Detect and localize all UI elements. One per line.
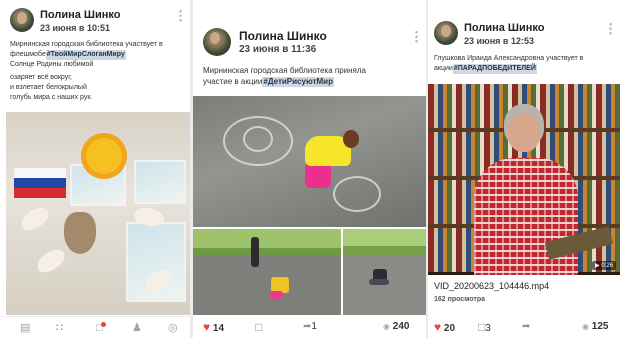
comment-icon[interactable]: □ (255, 321, 262, 333)
post-text-line: озаряет всё вокруг, (10, 74, 72, 81)
share-icon[interactable]: ➦ (522, 321, 530, 333)
person-figure (251, 237, 259, 267)
views-count: 240 (392, 321, 410, 332)
news-icon[interactable]: ▤ (20, 322, 30, 334)
avatar[interactable] (203, 28, 231, 56)
post-actions: ♥ 20 □3 ➦ ◉ 125 (428, 318, 620, 338)
person-figure (474, 158, 578, 275)
dove-image (33, 246, 69, 276)
post-text-line: Мирнинская городская библиотека приняла (203, 66, 366, 75)
person-figure (269, 291, 283, 299)
post-text-line: флешмобе (10, 51, 46, 58)
like-button[interactable]: ♥ 20 (434, 321, 455, 335)
share-count: 1 (311, 321, 317, 332)
post-text-line: участие в акции (203, 77, 263, 86)
post-header: Полина Шинко 23 июня в 12:53 (428, 0, 620, 46)
post-author[interactable]: Полина Шинко (464, 22, 544, 34)
post-text-line: Глушкова Ираида Александровна участвует … (434, 55, 584, 62)
post-date[interactable]: 23 июня в 11:36 (239, 44, 316, 55)
decoration-image (64, 212, 96, 254)
post-text-line: акции (434, 65, 453, 72)
dove-image (17, 204, 53, 234)
chalk-drawing (243, 126, 273, 152)
profile-icon[interactable]: ◎ (168, 322, 178, 334)
more-options-icon[interactable] (179, 9, 182, 22)
avatar[interactable] (10, 8, 34, 32)
eye-icon: ◉ (582, 322, 589, 331)
chalk-drawing (333, 176, 381, 212)
post-text-line: Солнце Родины любимой (10, 61, 94, 68)
post-text-line: флешмобе#ТвойМирСлоганМиру (10, 50, 126, 60)
share-button[interactable]: ➦1 (303, 321, 317, 333)
like-count: 20 (443, 323, 456, 334)
post-photo[interactable] (6, 112, 190, 315)
like-button[interactable]: ♥ 14 (203, 321, 224, 335)
avatar[interactable] (434, 21, 458, 45)
post-text-line: голубь мира с наших рук. (10, 94, 93, 101)
more-options-icon[interactable] (609, 22, 612, 35)
post-author[interactable]: Полина Шинко (239, 29, 327, 43)
views-count: 125 (591, 321, 609, 332)
post-author[interactable]: Полина Шинко (40, 9, 120, 21)
notification-badge (100, 322, 106, 327)
video-duration: ▶ 0:26 (592, 261, 616, 270)
window-image (134, 160, 186, 204)
friends-icon[interactable]: ♟ (132, 322, 142, 334)
services-icon[interactable]: ∷ (56, 322, 63, 334)
post-card-3: Полина Шинко 23 июня в 12:53 Глушкова Ир… (428, 0, 620, 338)
comment-button[interactable]: □3 (478, 321, 491, 335)
post-text-line: участие в акции#ДетиРисуютМир (203, 77, 334, 87)
post-text-line: и взлетает белокрылый (10, 84, 87, 91)
post-header: Полина Шинко 23 июня в 11:36 (193, 0, 426, 60)
bottom-navigation: ▤ ∷ □ ♟ ◎ (0, 316, 190, 338)
messages-icon[interactable]: □ (96, 322, 106, 334)
video-views: 162 просмотра (434, 296, 485, 303)
person-figure (343, 130, 359, 148)
hashtag-link[interactable]: #ДетиРисуютМир (262, 77, 334, 87)
post-header: Полина Шинко 23 июня в 10:51 (0, 0, 190, 34)
heart-icon: ♥ (434, 320, 442, 334)
hashtag-link[interactable]: #ТвойМирСлоганМиру (45, 50, 126, 60)
eye-icon: ◉ (383, 322, 390, 331)
comment-count: 3 (485, 323, 491, 334)
post-photo[interactable] (193, 96, 426, 227)
person-figure (369, 279, 389, 285)
video-player[interactable]: ▶ 0:26 (428, 84, 620, 275)
post-actions: ♥ 14 □ ➦1 ◉ 240 (193, 318, 426, 338)
like-count: 14 (212, 323, 225, 334)
video-file-name[interactable]: VID_20200623_104446.mp4 (434, 281, 549, 291)
views-counter: ◉ 125 (582, 321, 608, 333)
sun-image (86, 138, 122, 174)
post-text-line: акции#ПАРАДПОБЕДИТЕЛЕЙ (434, 64, 537, 74)
person-figure (508, 114, 540, 152)
more-options-icon[interactable] (415, 30, 418, 43)
post-date[interactable]: 23 июня в 12:53 (464, 36, 534, 46)
flag-image (14, 168, 66, 198)
post-photo[interactable] (193, 229, 341, 315)
post-card-2: Полина Шинко 23 июня в 11:36 Мирнинская … (193, 0, 426, 338)
post-text-line: Мирнинская городская библиотека участвуе… (10, 41, 163, 48)
video-duration-value: 0:26 (601, 263, 613, 269)
heart-icon: ♥ (203, 320, 211, 334)
post-photo[interactable] (343, 229, 426, 315)
views-counter: ◉ 240 (383, 321, 409, 333)
video-play-icon: ▶ (595, 263, 600, 269)
hashtag-link[interactable]: #ПАРАДПОБЕДИТЕЛЕЙ (452, 64, 537, 74)
post-date[interactable]: 23 июня в 10:51 (40, 23, 110, 33)
post-card-1: Полина Шинко 23 июня в 10:51 Мирнинская … (0, 0, 190, 338)
